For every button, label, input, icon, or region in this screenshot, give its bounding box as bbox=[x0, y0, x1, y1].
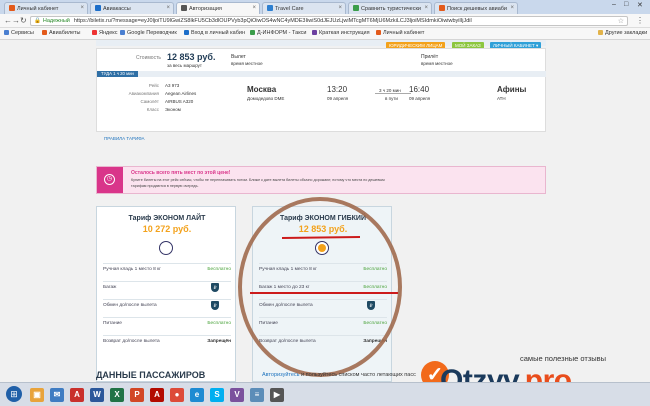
tab-bar: Личный кабинет × Авиакассы × Авторизация × … bbox=[0, 0, 650, 14]
highlight-circle bbox=[238, 197, 402, 377]
bookmark-item[interactable]: Краткая инструкция bbox=[312, 30, 370, 36]
bookmark-item[interactable]: Яндекс bbox=[92, 30, 118, 36]
bookmarks-bar: Сервисы Авиабилеты Яндекс Google Перевод… bbox=[0, 28, 650, 40]
apps-icon bbox=[4, 30, 9, 35]
bookmark-favicon bbox=[376, 30, 381, 35]
chrome-icon[interactable]: ● bbox=[170, 388, 184, 402]
tab-sravnit[interactable]: Сравнить туристически × bbox=[348, 2, 432, 14]
folder-icon bbox=[598, 30, 603, 35]
price-underline bbox=[281, 236, 361, 239]
login-hint: Авторизуйтесь и пользуйтесь списком част… bbox=[262, 372, 416, 378]
bookmark-item[interactable]: Сервисы bbox=[4, 30, 34, 36]
bookmark-star-icon[interactable]: ☆ bbox=[618, 17, 624, 25]
secure-label: Надежный bbox=[42, 18, 70, 24]
bookmark-item[interactable]: Вход в личный кабин bbox=[184, 30, 245, 36]
tab-lichnyi-kabinet[interactable]: Личный кабинет × bbox=[4, 2, 88, 14]
tab-favicon bbox=[95, 5, 101, 11]
bookmark-favicon bbox=[250, 30, 255, 35]
player-icon[interactable]: ▶ bbox=[270, 388, 284, 402]
start-button[interactable]: ⊞ bbox=[6, 386, 22, 402]
watermark-tagline: самые полезные отзывы bbox=[520, 354, 607, 363]
close-icon[interactable]: × bbox=[338, 5, 342, 11]
close-icon[interactable]: × bbox=[424, 5, 428, 11]
close-icon[interactable]: × bbox=[252, 5, 256, 11]
bookmark-favicon bbox=[312, 30, 317, 35]
skype-icon[interactable]: S bbox=[210, 388, 224, 402]
bookmark-favicon bbox=[42, 30, 47, 35]
login-link[interactable]: Авторизуйтесь bbox=[262, 372, 300, 378]
menu-icon[interactable]: ⋮ bbox=[636, 16, 644, 25]
page-content: ЮРИДИЧЕСКИМ ЛИЦАМ МОЙ ЗАКАЗ ЛИЧНЫЙ КАБИН… bbox=[0, 40, 650, 382]
reload-icon[interactable]: ↻ bbox=[20, 16, 27, 25]
tab-favicon bbox=[267, 5, 273, 11]
bookmark-item[interactable]: Google Переводчик bbox=[120, 30, 177, 36]
tab-aviakassy[interactable]: Авиакассы × bbox=[90, 2, 174, 14]
tab-favicon bbox=[353, 5, 359, 11]
word-icon[interactable]: W bbox=[90, 388, 104, 402]
pdf-icon[interactable]: A bbox=[70, 388, 84, 402]
passengers-title: ДАННЫЕ ПАССАЖИРОВ bbox=[96, 370, 206, 380]
window-close-icon[interactable]: ✕ bbox=[637, 1, 643, 9]
bookmark-item[interactable]: Личный кабинет bbox=[376, 30, 424, 36]
mail-icon[interactable]: ✉ bbox=[50, 388, 64, 402]
acrobat-icon[interactable]: A bbox=[150, 388, 164, 402]
bookmark-favicon bbox=[184, 30, 189, 35]
tab-travel-care[interactable]: Travel Care × bbox=[262, 2, 346, 14]
maximize-icon[interactable]: □ bbox=[624, 1, 628, 8]
annotation-overlay bbox=[238, 197, 402, 377]
notepad-icon[interactable]: ≡ bbox=[250, 388, 264, 402]
tab-poisk[interactable]: Поиск дешевых авиаби × bbox=[434, 2, 518, 14]
url-input[interactable]: 🔒 Надежный https://biletix.ru/?message=eyJ… bbox=[30, 16, 628, 26]
bookmark-favicon bbox=[120, 30, 125, 35]
tab-avtorizaciya[interactable]: Авторизация × bbox=[176, 2, 260, 14]
close-icon[interactable]: × bbox=[166, 5, 170, 11]
excel-icon[interactable]: X bbox=[110, 388, 124, 402]
tab-favicon bbox=[181, 5, 187, 11]
close-icon[interactable]: × bbox=[510, 5, 514, 11]
bookmark-favicon bbox=[92, 30, 97, 35]
taskbar: ⊞ ▣ ✉ A W X P A ● e S V ≡ ▶ bbox=[0, 382, 650, 406]
bookmark-item[interactable]: Д-ИНФОРМ - Такси bbox=[250, 30, 306, 36]
ie-icon[interactable]: e bbox=[190, 388, 204, 402]
close-icon[interactable]: × bbox=[80, 5, 84, 11]
address-bar: ← → ↻ 🔒 Надежный https://biletix.ru/?messa… bbox=[0, 14, 650, 28]
explorer-icon[interactable]: ▣ bbox=[30, 388, 44, 402]
minimize-icon[interactable]: – bbox=[612, 1, 616, 8]
url-text: https://biletix.ru/?message=eyJ0ljoiTU9l… bbox=[73, 18, 472, 24]
back-arrow-icon[interactable]: ← bbox=[4, 16, 12, 25]
powerpoint-icon[interactable]: P bbox=[130, 388, 144, 402]
tab-favicon bbox=[9, 5, 15, 11]
forward-arrow-icon[interactable]: → bbox=[12, 16, 20, 25]
bookmark-item[interactable]: Авиабилеты bbox=[42, 30, 81, 36]
other-bookmarks[interactable]: Другие закладки bbox=[598, 30, 647, 36]
lock-icon: 🔒 bbox=[34, 18, 41, 24]
viber-icon[interactable]: V bbox=[230, 388, 244, 402]
tab-favicon bbox=[439, 5, 445, 11]
